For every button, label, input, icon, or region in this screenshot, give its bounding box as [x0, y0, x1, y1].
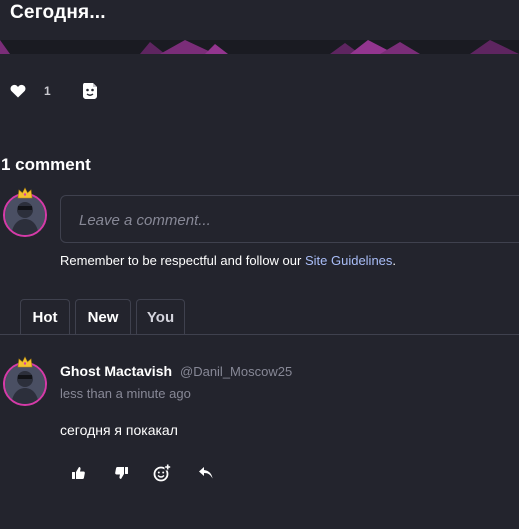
tab-you[interactable]: You: [136, 299, 185, 335]
site-guidelines-link[interactable]: Site Guidelines: [305, 253, 392, 268]
tab-hot[interactable]: Hot: [20, 299, 70, 335]
like-count: 1: [44, 84, 51, 98]
comments-heading: 1 comment: [1, 155, 91, 174]
heart-icon[interactable]: [10, 84, 26, 103]
comment-author-name[interactable]: Ghost Mactavish: [60, 363, 172, 379]
comment-author-handle[interactable]: @Danil_Moscow25: [180, 364, 292, 379]
post-actions: [0, 80, 519, 104]
reply-icon[interactable]: [198, 466, 214, 485]
comment-text: сегодня я покакал: [60, 422, 178, 438]
post-title: Сегодня...: [10, 2, 106, 23]
tab-new[interactable]: New: [75, 299, 131, 335]
current-user-avatar[interactable]: [3, 193, 47, 237]
comment-input[interactable]: [77, 196, 511, 244]
crown-icon: [17, 186, 33, 199]
sticker-icon[interactable]: [82, 82, 98, 105]
add-reaction-icon[interactable]: [153, 464, 171, 487]
crown-icon: [17, 355, 33, 368]
thumbs-up-icon[interactable]: [71, 466, 85, 485]
comment-author-avatar[interactable]: [3, 362, 47, 406]
thumbs-down-icon[interactable]: [115, 466, 129, 485]
comment-timestamp: less than a minute ago: [60, 386, 191, 401]
guidelines-notice: Remember to be respectful and follow our…: [60, 253, 396, 268]
guidelines-text: Remember to be respectful and follow our: [60, 253, 305, 268]
tabs-divider: [0, 334, 519, 335]
guidelines-period: .: [392, 253, 397, 268]
banner-strip: [0, 40, 519, 54]
comment-input-box[interactable]: [60, 195, 519, 244]
